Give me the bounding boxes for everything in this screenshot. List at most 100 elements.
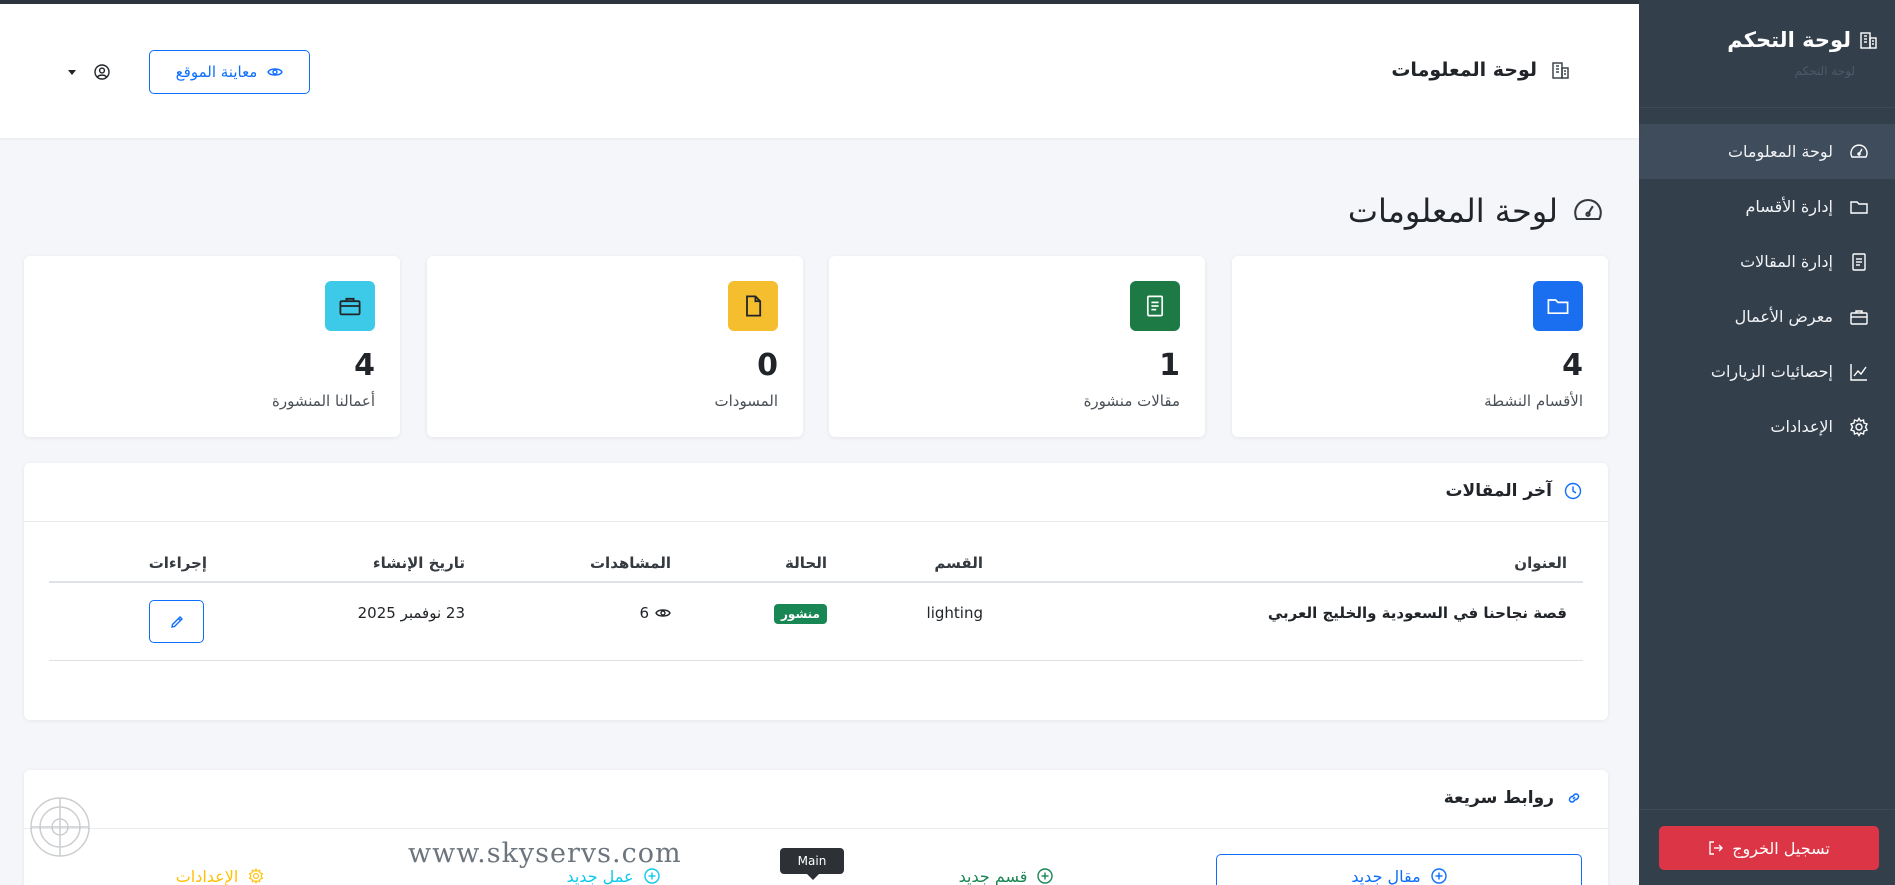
seal-watermark-icon: [30, 797, 90, 857]
column-header-actions: إجراءات: [148, 554, 207, 572]
table-row: قصة نجاحنا في السعودية والخليج العربي li…: [49, 583, 1583, 661]
divider: [24, 521, 1608, 522]
stat-icon-box: [728, 281, 778, 331]
sidebar-item-sections[interactable]: إدارة الأقسام: [1639, 179, 1895, 234]
header-title-text: لوحة المعلومات: [1391, 59, 1537, 81]
card-header: روابط سريعة: [1444, 788, 1582, 808]
eye-icon: [267, 68, 284, 76]
stat-label: الأقسام النشطة: [1484, 392, 1583, 410]
status-badge-text: منشور: [774, 604, 827, 624]
stat-value: 4: [354, 348, 375, 383]
divider: [1639, 107, 1895, 108]
card-title: روابط سريعة: [1443, 788, 1554, 808]
stat-icon-box: [325, 281, 375, 331]
chevron-down-icon: [68, 69, 76, 75]
article-views: 6: [639, 604, 671, 622]
stat-icon-box: [1533, 281, 1583, 331]
logout-icon: [1709, 841, 1724, 855]
document-icon: [1852, 252, 1866, 271]
article-section: lighting: [926, 604, 983, 622]
preview-site-label: معاينة الموقع: [175, 63, 258, 81]
sidebar: لوحة التحكم لوحة التحكم لوحة المعلومات إ…: [1639, 0, 1895, 885]
chart-line-icon: [1850, 363, 1867, 381]
user-circle-icon: [94, 64, 110, 80]
sidebar-brand[interactable]: لوحة التحكم: [1727, 28, 1879, 52]
new-article-label: مقال جديد: [1351, 866, 1421, 885]
sidebar-item-label: الإعدادات: [1770, 417, 1833, 436]
sidebar-item-visit-stats[interactable]: إحصائيات الزيارات: [1639, 344, 1895, 399]
card-title: آخر المقالات: [1445, 481, 1552, 501]
preview-site-button[interactable]: معاينة الموقع: [149, 50, 310, 94]
new-work-label: عمل جديد: [566, 866, 634, 885]
stat-label: المسودات: [714, 392, 778, 410]
eye-icon: [655, 609, 671, 617]
folder-icon: [1850, 200, 1868, 214]
tooltip: Main: [780, 848, 844, 880]
table-header-row: العنوان القسم الحالة المشاهدات تاريخ الإ…: [49, 543, 1583, 583]
new-section-label: قسم جديد: [958, 866, 1028, 885]
stat-icon-box: [1130, 281, 1180, 331]
column-header-views[interactable]: المشاهدات: [590, 554, 671, 572]
sidebar-brand-title: لوحة التحكم: [1727, 28, 1851, 52]
column-header-section[interactable]: القسم: [934, 554, 983, 572]
sidebar-item-settings[interactable]: الإعدادات: [1639, 399, 1895, 454]
sidebar-item-label: إدارة الأقسام: [1745, 197, 1833, 216]
stat-card-published-articles: 1 مقالات منشورة: [829, 256, 1205, 437]
link-icon: [1568, 793, 1580, 803]
header-title: لوحة المعلومات: [1391, 59, 1571, 81]
divider: [24, 828, 1608, 829]
stat-card-sections: 4 الأقسام النشطة: [1232, 256, 1608, 437]
plus-circle-icon: [643, 868, 660, 884]
status-badge: منشور: [774, 604, 827, 624]
new-article-button[interactable]: مقال جديد: [1216, 854, 1582, 885]
stat-card-published-works: 4 أعمالنا المنشورة: [24, 256, 400, 437]
column-header-created[interactable]: تاريخ الإنشاء: [373, 554, 465, 572]
settings-quick-label: الإعدادات: [175, 866, 239, 885]
sidebar-item-label: معرض الأعمال: [1734, 307, 1833, 326]
speedometer-icon: [1850, 144, 1868, 158]
divider: [1639, 809, 1895, 810]
gear-icon: [1850, 416, 1868, 437]
column-header-title[interactable]: العنوان: [1514, 554, 1567, 572]
building-icon: [1860, 32, 1877, 49]
building-icon: [1552, 62, 1569, 79]
new-section-button[interactable]: قسم جديد: [823, 854, 1189, 885]
latest-articles-card: آخر المقالات العنوان القسم الحالة المشاه…: [24, 463, 1608, 720]
article-views-count: 6: [639, 604, 649, 622]
articles-table: العنوان القسم الحالة المشاهدات تاريخ الإ…: [49, 543, 1583, 661]
stat-label: مقالات منشورة: [1083, 392, 1180, 410]
top-header: لوحة المعلومات معاينة الموقع: [0, 4, 1639, 138]
gear-icon: [249, 868, 264, 884]
stat-value: 0: [757, 348, 778, 383]
logout-button[interactable]: تسجيل الخروج: [1659, 826, 1879, 870]
sidebar-brand-subtitle: لوحة التحكم: [1794, 64, 1856, 78]
speedometer-icon: [1574, 198, 1602, 221]
sidebar-item-label: إحصائيات الزيارات: [1710, 362, 1833, 381]
briefcase-icon: [339, 297, 361, 316]
stat-card-drafts: 0 المسودات: [427, 256, 803, 437]
page-title: لوحة المعلومات: [1348, 192, 1604, 230]
stat-label: أعمالنا المنشورة: [272, 392, 375, 410]
edit-article-button[interactable]: [149, 600, 204, 643]
clock-icon: [1564, 482, 1582, 500]
sidebar-item-portfolio[interactable]: معرض الأعمال: [1639, 289, 1895, 344]
plus-circle-icon: [1037, 868, 1054, 884]
briefcase-icon: [1850, 309, 1868, 325]
user-menu[interactable]: [68, 64, 110, 80]
sidebar-nav: لوحة المعلومات إدارة الأقسام إدارة المقا…: [1639, 124, 1895, 454]
card-header: آخر المقالات: [1445, 481, 1582, 501]
site-watermark: www.skyservs.com: [408, 838, 682, 869]
sidebar-item-articles[interactable]: إدارة المقالات: [1639, 234, 1895, 289]
document-icon: [1146, 295, 1164, 317]
sidebar-item-label: إدارة المقالات: [1740, 252, 1833, 271]
stat-value: 4: [1562, 348, 1583, 383]
sidebar-item-dashboard[interactable]: لوحة المعلومات: [1639, 124, 1895, 179]
article-title[interactable]: قصة نجاحنا في السعودية والخليج العربي: [1268, 604, 1567, 622]
page-title-text: لوحة المعلومات: [1347, 192, 1558, 230]
plus-circle-icon: [1431, 868, 1447, 884]
stat-value: 1: [1159, 348, 1180, 383]
folder-icon: [1547, 299, 1569, 315]
column-header-status[interactable]: الحالة: [785, 554, 827, 572]
article-created-date: 23 نوفمبر 2025: [357, 604, 465, 622]
sidebar-item-label: لوحة المعلومات: [1727, 142, 1833, 161]
